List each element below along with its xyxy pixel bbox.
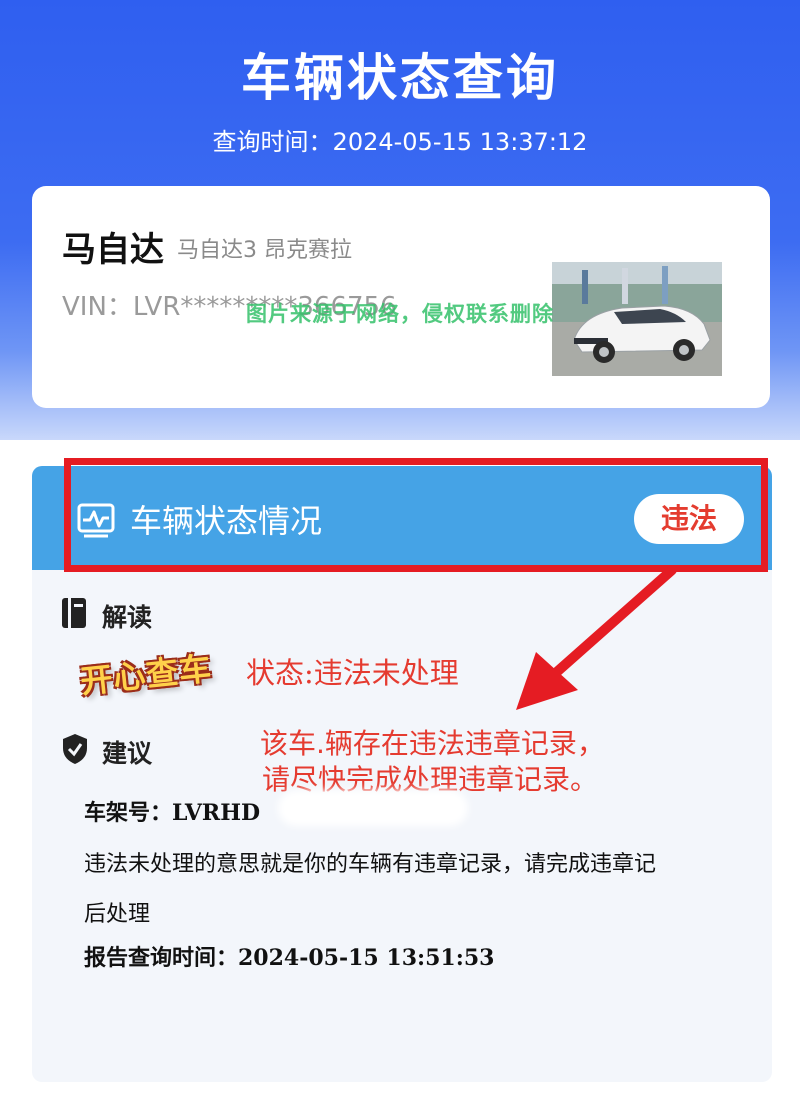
interpretation-title: 解读 [102, 603, 153, 632]
vehicle-model: 马自达3 昂克赛拉 [177, 238, 352, 263]
hero-banner: 车辆状态查询 查询时间：2024-05-15 13:37:12 马自达 马自达3… [0, 0, 800, 440]
interpretation-status: 状态:违法未处理 [246, 656, 459, 690]
annotation-arrow-icon [516, 565, 677, 710]
vehicle-card[interactable]: 马自达 马自达3 昂克赛拉 VIN：LVR*********366756 [32, 186, 770, 408]
annotation-line-1: 该车.辆存在违法违章记录， [260, 727, 605, 760]
book-icon [62, 598, 86, 628]
query-time-value: 2024-05-15 13:37:12 [332, 128, 588, 156]
car-photo [552, 262, 722, 376]
frame-number: 车架号：LVRHD [84, 800, 261, 826]
suggestion-text-line-1: 违法未处理的意思就是你的车辆有违章记录，请完成违章记 [84, 852, 657, 877]
report-time: 报告查询时间：2024-05-15 13:51:53 [84, 945, 495, 971]
vehicle-brand: 马自达 [62, 230, 164, 270]
page-title: 车辆状态查询 [241, 49, 559, 107]
query-time-label: 查询时间： [212, 128, 333, 156]
suggestion-text-line-2: 后处理 [84, 902, 151, 927]
query-time: 查询时间：2024-05-15 13:37:12 [0, 122, 800, 157]
highlight-box [64, 458, 768, 572]
privacy-blur [278, 790, 468, 826]
watermark-text: 图片来源于网络，侵权联系删除 [246, 302, 554, 326]
suggestion-title: 建议 [102, 739, 153, 768]
shield-check-icon [63, 734, 87, 764]
vin-label: VIN： [62, 292, 133, 322]
